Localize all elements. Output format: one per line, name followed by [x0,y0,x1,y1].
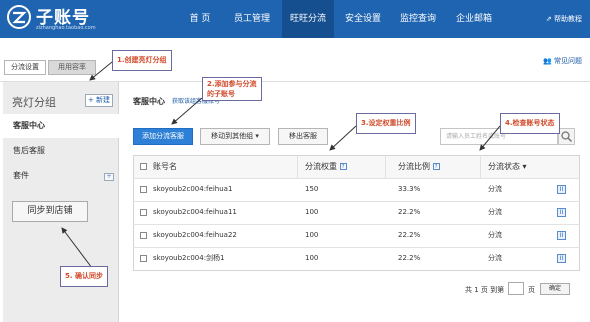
row-ratio: 33.3% [398,185,421,193]
nav-security[interactable]: 安全设置 [338,0,388,38]
sidebar-item-kit[interactable]: 套件 [3,164,119,188]
search-icon [561,131,573,143]
page-confirm-button[interactable]: 确定 [540,283,570,295]
page-number-input[interactable] [508,282,524,295]
row-ratio: 22.2% [398,231,421,239]
pager-summary: 共 1 页 到第 [465,286,505,294]
tab-split-settings[interactable]: 分流设置 [4,60,46,75]
pause-icon[interactable]: II [557,208,566,217]
col-weight-label: 分流权重 [305,162,337,171]
pause-icon[interactable]: II [557,254,566,263]
faq-link[interactable]: 👥 常见问题 [543,56,582,66]
search-button[interactable] [558,128,575,145]
col-account: 账号名 [153,162,177,171]
help-icon[interactable]: ? [432,163,440,170]
sidebar-item-after-sales[interactable]: 售后客服 [3,139,119,163]
col-status[interactable]: 分流状态 ▾ [488,155,527,178]
page-title: 客服中心 [133,97,165,106]
sync-to-store-button[interactable]: 同步到店铺 [12,201,88,222]
row-weight[interactable]: 100 [305,201,318,224]
remove-agent-button[interactable]: 移出客服 [278,128,328,145]
nav-monitor[interactable]: 监控查询 [392,0,444,38]
pause-icon[interactable]: II [557,185,566,194]
nav-staff[interactable]: 员工管理 [226,0,278,38]
pause-icon[interactable]: II [557,231,566,240]
row-weight[interactable]: 100 [305,247,318,270]
nav-wangwang-split[interactable]: 旺旺分流 [282,0,334,38]
row-checkbox[interactable] [140,232,147,239]
row-status: 分流 [488,185,502,193]
callout-step-2: 2.添加参与分流 的子账号 [202,77,262,101]
help-icon[interactable]: ? [339,163,347,170]
tab-capacity[interactable]: 用用容率 [48,60,96,75]
caret-down-icon: ▾ [522,162,527,171]
user-help-icon: 👥 [543,57,554,65]
row-checkbox[interactable] [140,255,147,262]
caret-down-icon: ▾ [255,132,259,140]
row-weight[interactable]: 150 [305,178,318,201]
external-link-icon: ⇗ [545,15,554,23]
row-checkbox[interactable] [140,209,147,216]
row-account: skoyoub2c004:feihua22 [153,231,237,239]
col-status-label: 分流状态 [488,162,520,171]
faq-label: 常见问题 [554,57,582,65]
nav-home[interactable]: 首 页 [178,0,222,38]
col-weight: 分流权重 ? [305,155,347,178]
callout-step-4: 4.检查账号状态 [500,113,560,134]
row-weight[interactable]: 100 [305,224,318,247]
row-status: 分流 [488,254,502,262]
row-account: skoyoub2c004:feihua11 [153,208,237,216]
brand-domain: zizhanghao.taobao.com [36,25,96,31]
col-ratio: 分流比例 ? [398,155,440,178]
row-status: 分流 [488,231,502,239]
row-ratio: 22.2% [398,208,421,216]
help-link[interactable]: ⇗ 帮助教程 [546,0,582,38]
callout-step-5: 5. 确认同步 [60,266,108,287]
row-account: skoyoub2c004:剑杨1 [153,254,225,262]
callout-step-2-line-2: 的子账号 [207,90,235,98]
row-ratio: 22.2% [398,254,421,262]
callout-step-3: 3.设定权重比例 [356,113,416,134]
nav-mail[interactable]: 企业邮箱 [448,0,500,38]
row-status: 分流 [488,208,502,216]
sidebar-item-service-center[interactable]: 客服中心 [3,114,119,138]
move-to-group-dropdown[interactable]: 移动到其他组 ▾ [200,128,270,145]
pager-unit: 页 [528,286,535,294]
col-divider [385,155,386,178]
group-add-icon[interactable]: + [104,173,114,181]
row-checkbox[interactable] [140,186,147,193]
row-account: skoyoub2c004:feihua1 [153,185,233,193]
col-divider [297,155,298,178]
callout-step-1: 1.创建亮灯分组 [112,50,172,71]
new-group-button[interactable]: + 新建 [85,94,113,107]
col-ratio-label: 分流比例 [398,162,430,171]
select-all-checkbox[interactable] [140,163,147,170]
add-split-agent-button[interactable]: 添加分流客服 [133,128,193,145]
brand-logo-icon [7,5,31,29]
callout-step-2-line-1: 2.添加参与分流 [207,80,257,88]
sidebar-title: 亮灯分组 [12,96,56,109]
help-label: 帮助教程 [554,15,582,23]
col-divider [480,155,481,178]
move-label: 移动到其他组 [211,132,254,140]
